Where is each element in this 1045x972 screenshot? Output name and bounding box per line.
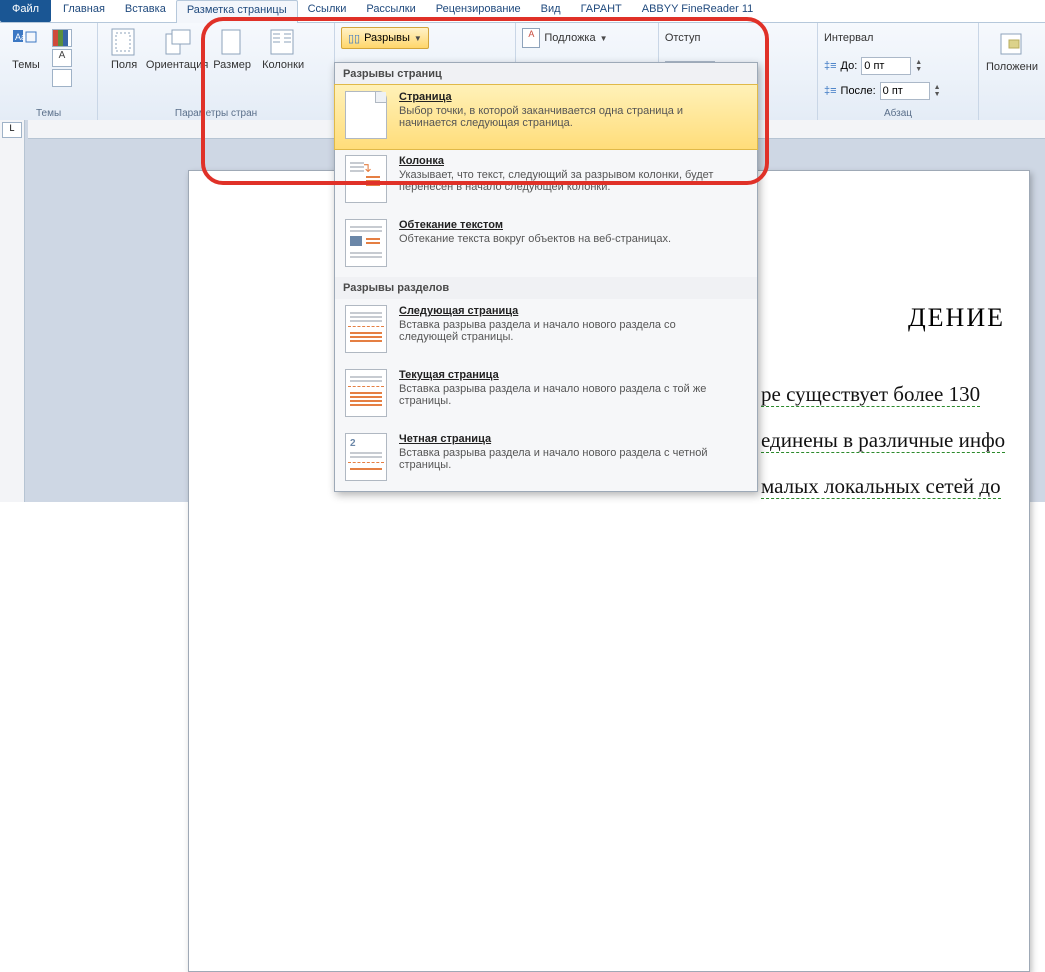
break-continuous-icon bbox=[345, 369, 387, 417]
tab-file[interactable]: Файл bbox=[0, 0, 51, 22]
tab-page-layout[interactable]: Разметка страницы bbox=[176, 0, 298, 23]
breaks-button[interactable]: ▯▯ Разрывы ▼ bbox=[341, 27, 429, 49]
dropdown-section-page-breaks: Разрывы страниц bbox=[335, 63, 757, 85]
margins-button[interactable]: Поля bbox=[104, 25, 144, 71]
breaks-icon: ▯▯ bbox=[348, 32, 360, 45]
spacing-heading: Интервал bbox=[824, 32, 873, 44]
item-desc: Выбор точки, в которой заканчивается одн… bbox=[399, 105, 729, 129]
orientation-button[interactable]: Ориентация bbox=[150, 25, 204, 71]
group-themes: Aa Темы A Темы bbox=[0, 23, 98, 121]
position-icon bbox=[996, 29, 1028, 61]
break-next-page-item[interactable]: Следующая страница Вставка разрыва разде… bbox=[335, 299, 757, 363]
item-title: Обтекание текстом bbox=[399, 219, 671, 231]
tab-garant[interactable]: ГАРАНТ bbox=[571, 0, 632, 22]
watermark-button[interactable]: A Подложка ▼ bbox=[522, 27, 652, 49]
spacing-before-field[interactable] bbox=[861, 57, 911, 75]
breaks-dropdown: Разрывы страниц Страница Выбор точки, в … bbox=[334, 62, 758, 492]
group-page-setup: Поля Ориентация Размер Колонки Параметры… bbox=[98, 23, 335, 121]
break-next-page-icon bbox=[345, 305, 387, 353]
tab-mailings[interactable]: Рассылки bbox=[356, 0, 425, 22]
spacing-after-row: ‡≡ После: ▲▼ bbox=[824, 82, 972, 100]
spacing-before-row: ‡≡ До: ▲▼ bbox=[824, 57, 972, 75]
breaks-label: Разрывы bbox=[364, 32, 410, 44]
tab-insert[interactable]: Вставка bbox=[115, 0, 176, 22]
spacing-before-icon: ‡≡ bbox=[824, 60, 837, 72]
item-desc: Вставка разрыва раздела и начало нового … bbox=[399, 447, 729, 471]
size-icon bbox=[216, 27, 248, 59]
svg-text:Aa: Aa bbox=[15, 32, 26, 42]
indent-heading: Отступ bbox=[665, 32, 701, 44]
spacing-after-icon: ‡≡ bbox=[824, 85, 837, 97]
columns-icon bbox=[267, 27, 299, 59]
item-desc: Обтекание текста вокруг объектов на веб-… bbox=[399, 233, 671, 245]
size-button[interactable]: Размер bbox=[210, 25, 254, 71]
themes-icon: Aa bbox=[10, 27, 42, 59]
item-title: Четная страница bbox=[399, 433, 729, 445]
columns-label: Колонки bbox=[262, 59, 304, 71]
break-page-icon bbox=[345, 91, 387, 139]
group-spacing: Интервал ‡≡ До: ▲▼ ‡≡ После: ▲▼ Абзац bbox=[818, 23, 979, 121]
item-desc: Указывает, что текст, следующий за разры… bbox=[399, 169, 729, 193]
spinner[interactable]: ▲▼ bbox=[915, 59, 922, 73]
break-page-item[interactable]: Страница Выбор точки, в которой заканчив… bbox=[334, 84, 758, 150]
theme-effects-button[interactable] bbox=[52, 69, 72, 87]
theme-colors-button[interactable] bbox=[52, 29, 72, 47]
themes-label: Темы bbox=[12, 59, 40, 71]
break-continuous-item[interactable]: Текущая страница Вставка разрыва раздела… bbox=[335, 363, 757, 427]
tab-links[interactable]: Ссылки bbox=[298, 0, 357, 22]
spacing-before-label: До: bbox=[841, 60, 858, 72]
tab-abbyy[interactable]: ABBYY FineReader 11 bbox=[632, 0, 764, 22]
columns-button[interactable]: Колонки bbox=[260, 25, 306, 71]
doc-body-fragment: ре существует более 130 единены в различ… bbox=[761, 371, 1029, 509]
chevron-down-icon: ▼ bbox=[414, 34, 422, 43]
ribbon-tabs: Файл Главная Вставка Разметка страницы С… bbox=[0, 0, 1045, 23]
margins-label: Поля bbox=[111, 59, 137, 71]
item-title: Страница bbox=[399, 91, 729, 103]
tab-home[interactable]: Главная bbox=[53, 0, 115, 22]
vertical-ruler[interactable]: L bbox=[0, 120, 25, 502]
themes-sub-buttons: A bbox=[52, 25, 72, 87]
item-desc: Вставка разрыва раздела и начало нового … bbox=[399, 383, 729, 407]
spacing-after-field[interactable] bbox=[880, 82, 930, 100]
tab-selector[interactable]: L bbox=[2, 122, 22, 138]
item-title: Колонка bbox=[399, 155, 729, 167]
break-text-wrapping-item[interactable]: Обтекание текстом Обтекание текста вокру… bbox=[335, 213, 757, 277]
margins-icon bbox=[108, 27, 140, 59]
theme-fonts-button[interactable]: A bbox=[52, 49, 72, 67]
tab-review[interactable]: Рецензирование bbox=[426, 0, 531, 22]
themes-button[interactable]: Aa Темы bbox=[6, 25, 46, 87]
spinner[interactable]: ▲▼ bbox=[934, 84, 941, 98]
break-column-icon: ↴ bbox=[345, 155, 387, 203]
doc-heading-fragment: ДЕНИЕ bbox=[908, 303, 1005, 333]
break-even-page-item[interactable]: 2 Четная страница Вставка разрыва раздел… bbox=[335, 427, 757, 491]
item-title: Текущая страница bbox=[399, 369, 729, 381]
spacing-after-label: После: bbox=[841, 85, 876, 97]
chevron-down-icon: ▼ bbox=[600, 34, 608, 43]
size-label: Размер bbox=[213, 59, 251, 71]
watermark-icon: A bbox=[522, 28, 540, 48]
item-title: Следующая страница bbox=[399, 305, 729, 317]
watermark-label: Подложка bbox=[544, 32, 595, 44]
break-column-item[interactable]: ↴ Колонка Указывает, что текст, следующи… bbox=[335, 149, 757, 213]
position-button[interactable]: Положени bbox=[985, 27, 1039, 73]
group-arrange: Положени bbox=[979, 23, 1045, 121]
orientation-label: Ориентация bbox=[146, 59, 208, 71]
position-label: Положени bbox=[986, 61, 1038, 73]
item-desc: Вставка разрыва раздела и начало нового … bbox=[399, 319, 729, 343]
tab-view[interactable]: Вид bbox=[531, 0, 571, 22]
break-even-page-icon: 2 bbox=[345, 433, 387, 481]
dropdown-section-section-breaks: Разрывы разделов bbox=[335, 277, 757, 299]
break-wrap-icon bbox=[345, 219, 387, 267]
orientation-icon bbox=[161, 27, 193, 59]
